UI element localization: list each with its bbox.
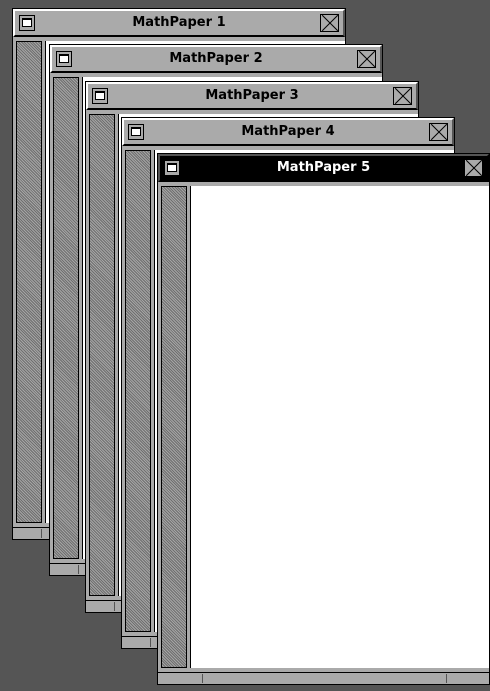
vertical-scroller[interactable] [53, 77, 79, 559]
close-icon[interactable] [357, 50, 376, 68]
window-titlebar[interactable]: MathPaper 2 [50, 45, 382, 73]
close-icon[interactable] [320, 14, 339, 32]
miniaturize-icon[interactable] [56, 51, 72, 67]
miniaturize-icon[interactable] [164, 160, 180, 176]
window-title: MathPaper 1 [132, 15, 226, 30]
miniaturize-icon[interactable] [92, 88, 108, 104]
vertical-scroller[interactable] [125, 150, 151, 632]
miniaturize-icon[interactable] [19, 15, 35, 31]
vertical-scroller[interactable] [161, 186, 187, 668]
window-title: MathPaper 2 [169, 51, 263, 66]
window-titlebar[interactable]: MathPaper 1 [13, 9, 345, 37]
window-titlebar[interactable]: MathPaper 4 [122, 118, 454, 146]
window-titlebar[interactable]: MathPaper 3 [86, 82, 418, 110]
close-icon[interactable] [464, 159, 483, 177]
document-area[interactable] [190, 186, 489, 668]
vertical-scroller[interactable] [89, 114, 115, 596]
close-icon[interactable] [429, 123, 448, 141]
miniaturize-icon[interactable] [128, 124, 144, 140]
window-title: MathPaper 4 [241, 124, 335, 139]
vertical-scroller[interactable] [16, 41, 42, 523]
window-title: MathPaper 3 [205, 88, 299, 103]
resize-bar[interactable] [158, 672, 489, 684]
close-icon[interactable] [393, 87, 412, 105]
window-title: MathPaper 5 [276, 160, 371, 175]
window-titlebar[interactable]: MathPaper 5 [158, 154, 489, 182]
window-mathpaper-5[interactable]: MathPaper 5 [157, 153, 490, 685]
